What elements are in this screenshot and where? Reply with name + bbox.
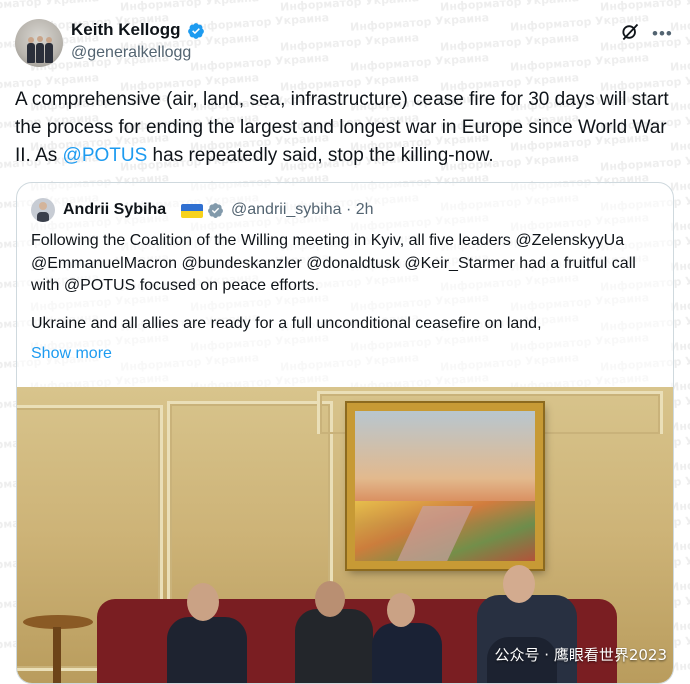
author-name[interactable]: Keith Kellogg — [71, 20, 181, 40]
person-face — [315, 581, 345, 617]
person-face — [387, 593, 415, 627]
show-more-link[interactable]: Show more — [31, 345, 112, 363]
watermark-text: Информатор Украина — [439, 31, 580, 54]
watermark-text: Информатор Украина — [439, 0, 580, 14]
person-face — [503, 565, 535, 603]
quoted-author-handle[interactable]: @andrii_sybiha — [231, 201, 342, 218]
person-figure — [295, 609, 373, 683]
wechat-watermark: 公众号 · 鹰眼看世界2023 — [494, 646, 667, 664]
side-table-leg — [53, 627, 61, 683]
tweet-text-part: has repeatedly said, stop the killing-no… — [147, 145, 494, 166]
meta-separator: · — [345, 201, 352, 218]
landscape-painting — [347, 403, 543, 569]
watermark-text: Информатор Украина — [349, 11, 490, 34]
quoted-avatar[interactable] — [31, 198, 55, 222]
grok-icon[interactable] — [620, 22, 640, 42]
person-face — [187, 583, 219, 621]
quoted-paragraph: Following the Coalition of the Willing m… — [31, 232, 636, 294]
quoted-text: Following the Coalition of the Willing m… — [31, 230, 661, 335]
watermark-text: Информатор Украина — [0, 0, 99, 14]
person-figure — [372, 623, 442, 683]
watermark-text: Информатор Украина — [599, 31, 690, 54]
watermark-text: Информатор Украина — [669, 51, 690, 74]
watermark-text: Информатор Украина — [509, 51, 650, 74]
ukraine-flag-icon — [181, 204, 203, 218]
leaders-meeting-photo[interactable]: 公众号 · 鹰眼看世界2023 — [17, 387, 673, 683]
watermark-text: Информатор Украина — [349, 51, 490, 74]
quoted-meta: @andrii_sybiha · 2h — [231, 201, 374, 219]
watermark-text: Информатор Украина — [279, 0, 420, 14]
watermark-text: Информатор Украина — [189, 51, 330, 74]
watermark-text: Информатор Украина — [189, 11, 330, 34]
quoted-tweet[interactable]: Andrii Sybiha @andrii_sybiha · 2h Follow… — [16, 182, 674, 684]
quoted-timestamp[interactable]: 2h — [356, 201, 374, 218]
mention-link[interactable]: @POTUS — [63, 145, 148, 166]
watermark-text: Информатор Украина — [669, 171, 690, 194]
author-handle[interactable]: @generalkellogg — [71, 44, 191, 62]
watermark-text: Информатор Украина — [119, 0, 260, 14]
quoted-author-name[interactable]: Andrii Sybiha — [63, 201, 166, 219]
person-figure — [167, 617, 247, 683]
quoted-paragraph: Ukraine and all allies are ready for a f… — [31, 314, 542, 332]
more-icon[interactable]: ••• — [652, 24, 673, 44]
watermark-text: Информатор Украина — [599, 0, 690, 14]
tweet-text: A comprehensive (air, land, sea, infrast… — [15, 86, 683, 170]
watermark-text: Информатор Украина — [279, 31, 420, 54]
verified-badge-icon — [188, 23, 204, 39]
gray-verified-badge-icon — [208, 203, 223, 218]
avatar[interactable] — [15, 19, 63, 67]
